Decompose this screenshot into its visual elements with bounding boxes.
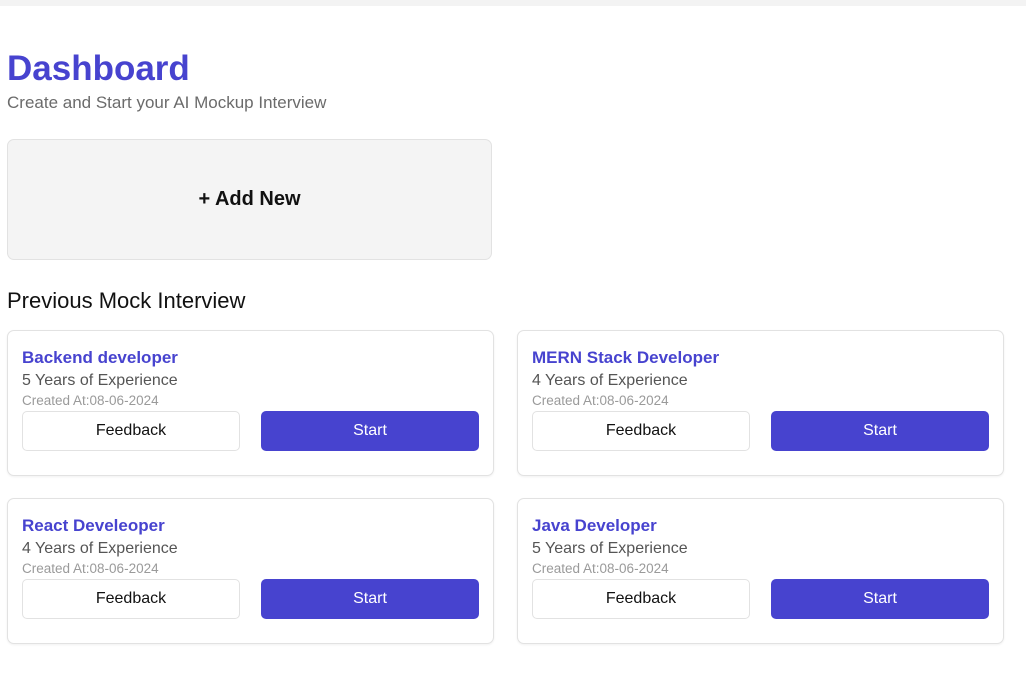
add-new-button[interactable]: + Add New <box>7 139 492 260</box>
feedback-button[interactable]: Feedback <box>22 411 240 451</box>
interview-created-date: Created At:08-06-2024 <box>532 393 669 408</box>
interview-card: Java Developer 5 Years of Experience Cre… <box>517 498 1004 644</box>
interview-card: Backend developer 5 Years of Experience … <box>7 330 494 476</box>
interview-role: MERN Stack Developer <box>532 348 720 367</box>
section-title: Previous Mock Interview <box>7 288 246 313</box>
interview-actions: Feedback Start <box>22 579 479 619</box>
start-button[interactable]: Start <box>771 579 989 619</box>
feedback-button[interactable]: Feedback <box>532 411 750 451</box>
interview-actions: Feedback Start <box>22 411 479 451</box>
interview-role: Backend developer <box>22 348 178 367</box>
add-new-label: + Add New <box>198 188 301 210</box>
feedback-button[interactable]: Feedback <box>532 579 750 619</box>
start-button[interactable]: Start <box>771 411 989 451</box>
interview-experience: 5 Years of Experience <box>532 540 688 557</box>
interview-role: Java Developer <box>532 516 657 535</box>
top-bar <box>0 0 1026 6</box>
interview-list: Backend developer 5 Years of Experience … <box>7 330 1004 644</box>
start-button[interactable]: Start <box>261 579 479 619</box>
interview-created-date: Created At:08-06-2024 <box>22 561 159 576</box>
interview-experience: 5 Years of Experience <box>22 372 178 389</box>
interview-role: React Develeoper <box>22 516 165 535</box>
feedback-button[interactable]: Feedback <box>22 579 240 619</box>
interview-actions: Feedback Start <box>532 579 989 619</box>
page-subtitle: Create and Start your AI Mockup Intervie… <box>7 93 327 112</box>
start-button[interactable]: Start <box>261 411 479 451</box>
interview-experience: 4 Years of Experience <box>532 372 688 389</box>
interview-actions: Feedback Start <box>532 411 989 451</box>
interview-card: MERN Stack Developer 4 Years of Experien… <box>517 330 1004 476</box>
interview-created-date: Created At:08-06-2024 <box>532 561 669 576</box>
page-title: Dashboard <box>7 49 190 88</box>
interview-experience: 4 Years of Experience <box>22 540 178 557</box>
interview-card: React Develeoper 4 Years of Experience C… <box>7 498 494 644</box>
interview-created-date: Created At:08-06-2024 <box>22 393 159 408</box>
